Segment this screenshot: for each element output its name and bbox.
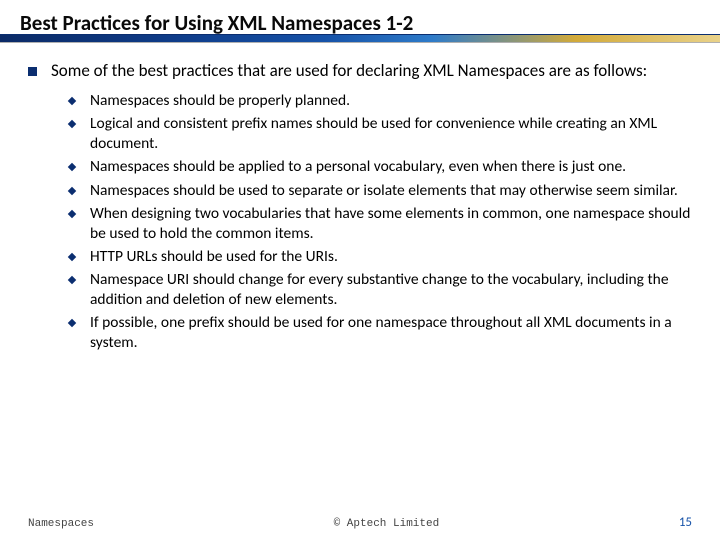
diamond-bullet-icon xyxy=(68,97,76,105)
slide-footer: Namespaces © Aptech Limited 15 xyxy=(0,515,720,530)
list-item: Namespace URI should change for every su… xyxy=(68,270,692,310)
list-item-text: HTTP URLs should be used for the URIs. xyxy=(90,247,338,267)
footer-center: © Aptech Limited xyxy=(94,518,679,530)
list-item-text: Namespaces should be properly planned. xyxy=(90,91,350,111)
list-item: Namespaces should be properly planned. xyxy=(68,91,692,111)
diamond-bullet-icon xyxy=(68,276,76,284)
title-underline xyxy=(0,34,720,42)
lead-bullet: Some of the best practices that are used… xyxy=(28,60,692,83)
diamond-bullet-icon xyxy=(68,210,76,218)
list-item: Namespaces should be applied to a person… xyxy=(68,157,692,177)
list-item-text: Namespaces should be used to separate or… xyxy=(90,181,678,201)
list-item-text: When designing two vocabularies that hav… xyxy=(90,204,692,244)
diamond-bullet-icon xyxy=(68,163,76,171)
content-area: Some of the best practices that are used… xyxy=(0,42,720,354)
footer-left: Namespaces xyxy=(28,518,94,530)
square-bullet-icon xyxy=(28,67,37,76)
list-item: If possible, one prefix should be used f… xyxy=(68,313,692,353)
list-item: Logical and consistent prefix names shou… xyxy=(68,114,692,154)
list-item-text: Namespaces should be applied to a person… xyxy=(90,157,626,177)
page-number: 15 xyxy=(679,515,692,530)
diamond-bullet-icon xyxy=(68,187,76,195)
list-item-text: If possible, one prefix should be used f… xyxy=(90,313,692,353)
title-bar: Best Practices for Using XML Namespaces … xyxy=(0,0,720,42)
diamond-bullet-icon xyxy=(68,319,76,327)
list-item-text: Namespace URI should change for every su… xyxy=(90,270,692,310)
lead-text: Some of the best practices that are used… xyxy=(51,60,647,83)
diamond-bullet-icon xyxy=(68,120,76,128)
list-item: When designing two vocabularies that hav… xyxy=(68,204,692,244)
list-item: Namespaces should be used to separate or… xyxy=(68,181,692,201)
slide-title: Best Practices for Using XML Namespaces … xyxy=(20,10,700,36)
list-item: HTTP URLs should be used for the URIs. xyxy=(68,247,692,267)
list-item-text: Logical and consistent prefix names shou… xyxy=(90,114,692,154)
diamond-bullet-icon xyxy=(68,253,76,261)
sub-bullet-list: Namespaces should be properly planned. L… xyxy=(28,91,692,354)
